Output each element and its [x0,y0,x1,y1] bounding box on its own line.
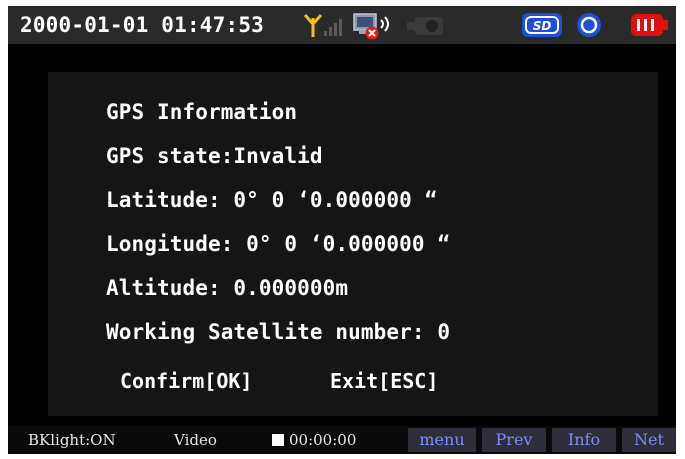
signal-antenna-icon [304,12,344,38]
device-screen: 2000-01-01 01:47:53 SD GPS Information G… [8,6,676,454]
record-timer: 00:00:00 [289,431,357,449]
status-bar: 2000-01-01 01:47:53 SD [8,6,676,44]
altitude-value: Altitude: 0.000000m [106,276,349,300]
satellite-count: Working Satellite number: 0 [106,320,451,344]
battery-icon [630,12,670,38]
gps-info-dialog: GPS Information GPS state:Invalid Latitu… [48,72,658,416]
confirm-button[interactable]: Confirm[OK] [120,369,252,393]
bottom-bar: BKlight:ON Video 00:00:00 menu Prev Info… [8,426,676,454]
record-disc-icon [574,12,604,38]
sd-card-icon: SD [521,12,563,38]
sd-card-label: SD [533,19,552,33]
camera-icon [406,12,446,38]
dialog-title: GPS Information [106,100,298,124]
datetime-display: 2000-01-01 01:47:53 [20,13,265,37]
backlight-status: BKlight:ON [28,431,116,449]
gps-state: GPS state:Invalid [106,144,323,168]
record-status-icon [272,434,284,446]
network-disconnected-icon [353,12,395,40]
softkey-info[interactable]: Info [552,428,616,452]
softkey-net[interactable]: Net [622,428,676,452]
softkey-prev[interactable]: Prev [482,428,546,452]
softkey-menu[interactable]: menu [408,428,476,452]
mode-indicator: Video [174,431,217,449]
latitude-value: Latitude: 0° 0 ‘0.000000 “ [106,188,438,212]
exit-button[interactable]: Exit[ESC] [330,369,438,393]
longitude-value: Longitude: 0° 0 ‘0.000000 “ [106,232,451,256]
